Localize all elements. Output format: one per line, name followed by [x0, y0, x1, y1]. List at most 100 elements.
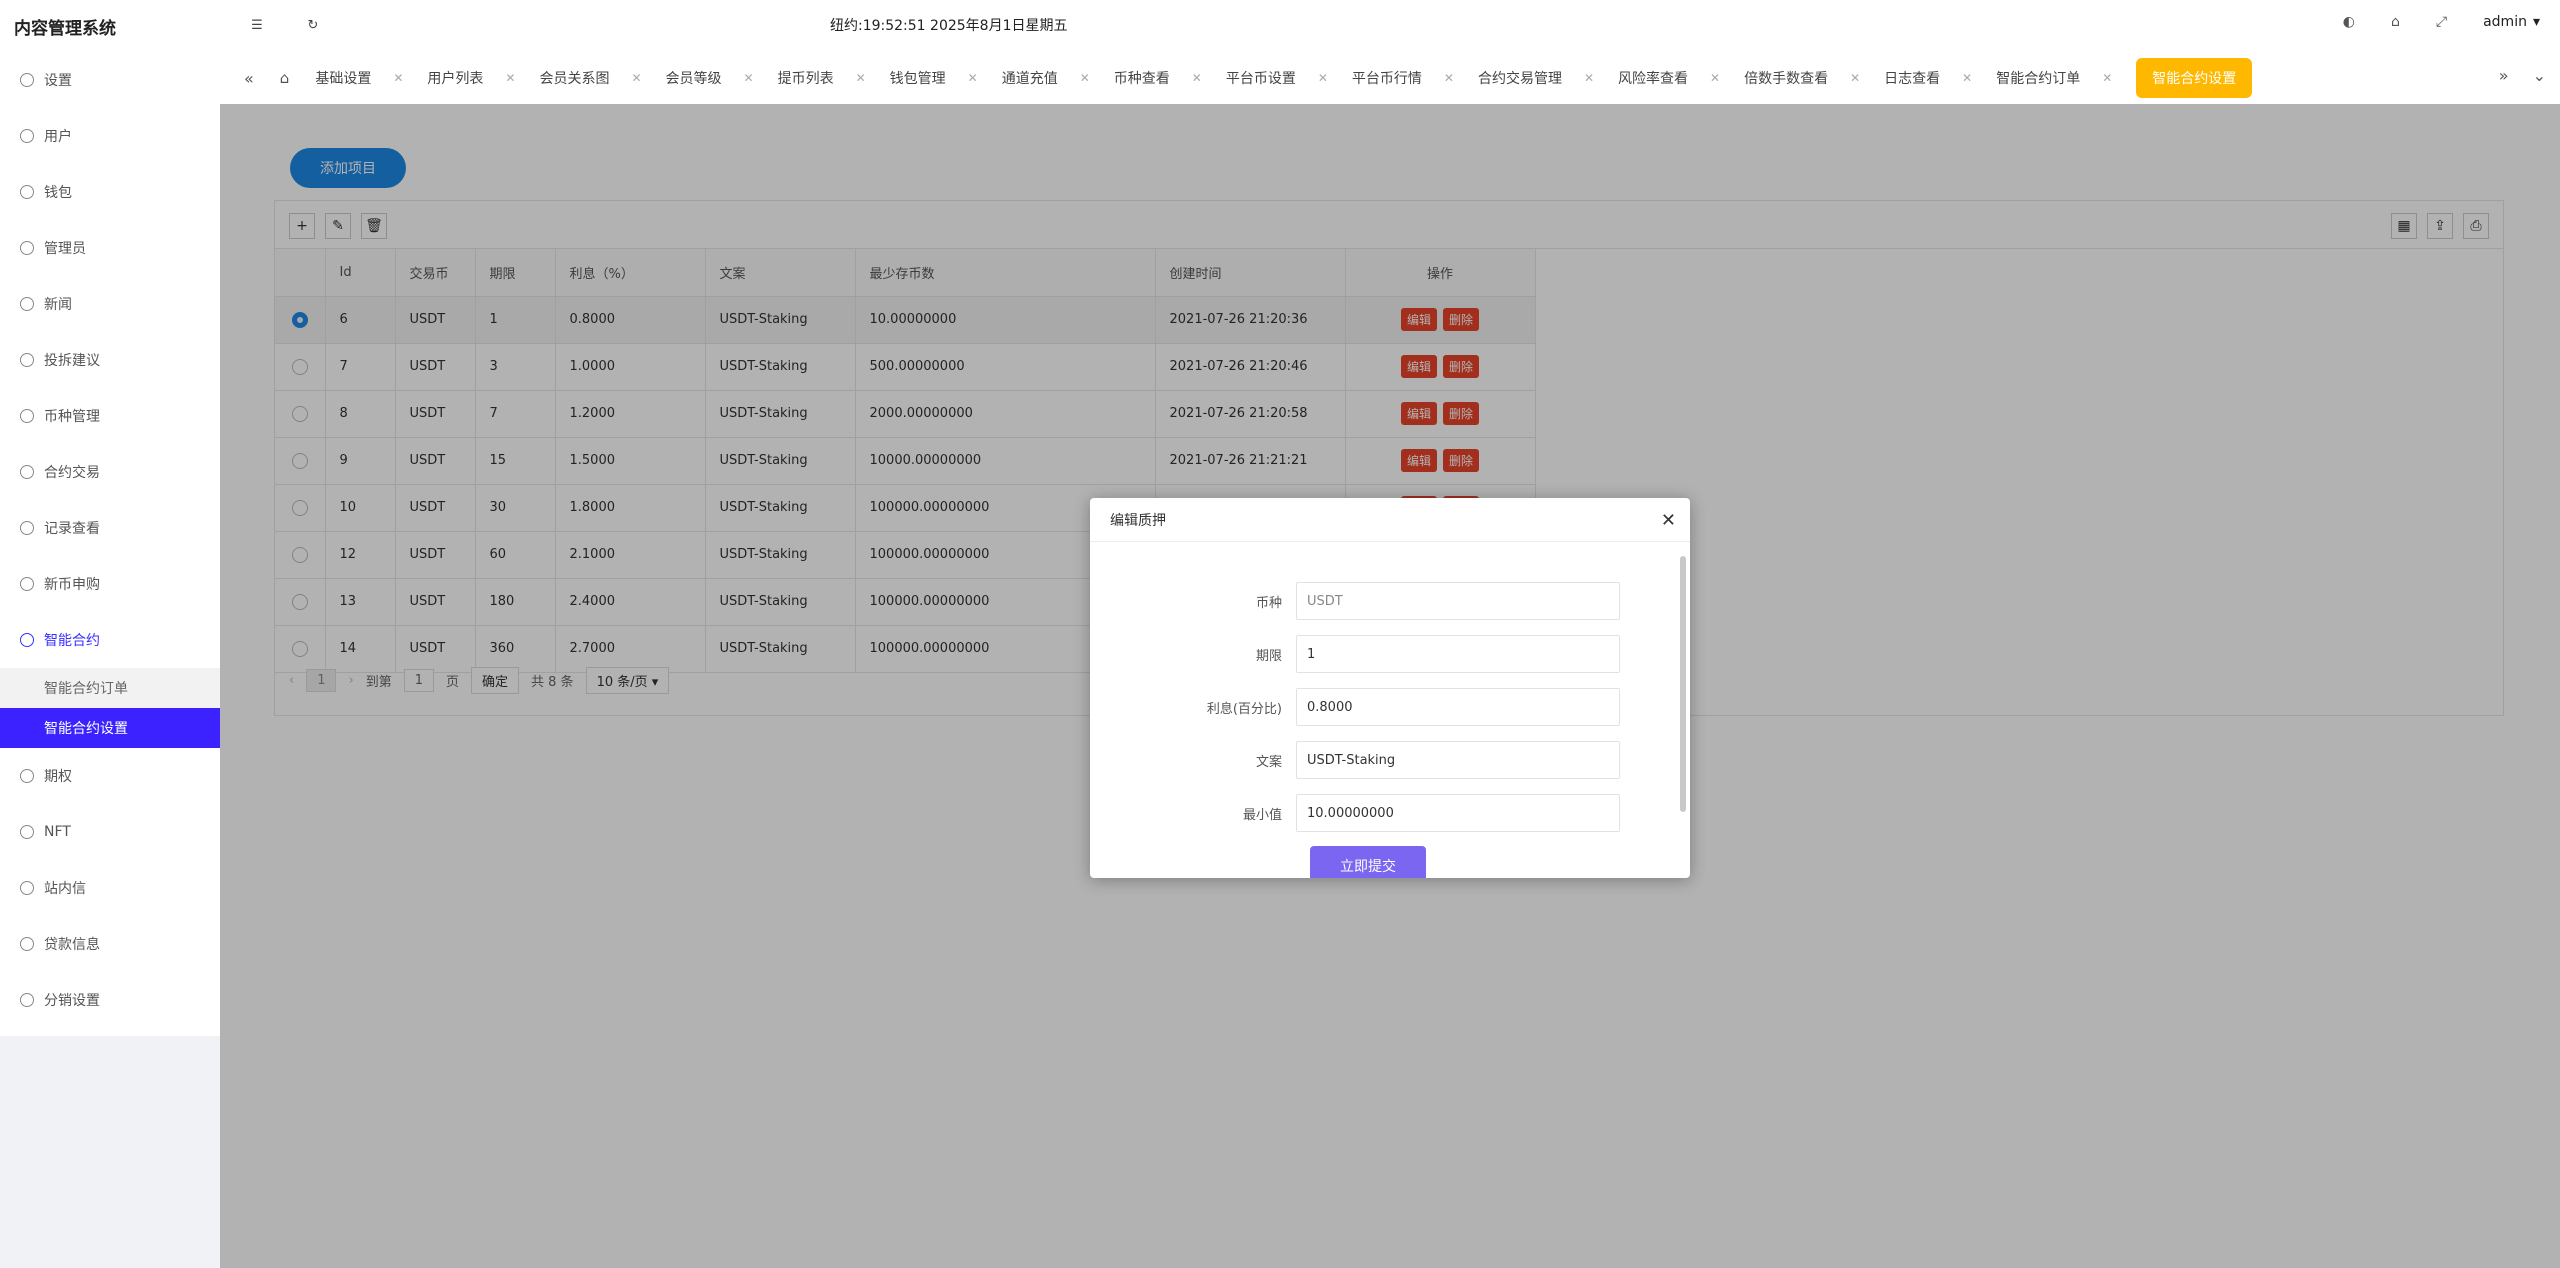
close-icon[interactable]: ✕ — [1710, 71, 1720, 85]
scroll-thumb[interactable] — [1680, 556, 1686, 812]
sidebar-item-loans[interactable]: 贷款信息 — [0, 916, 220, 972]
sidebar-item-label: 期权 — [44, 769, 72, 785]
sidebar-item-label: 投拆建议 — [44, 353, 100, 369]
sidebar-item-label: NFT — [44, 824, 71, 840]
modal-title: 编辑质押 — [1110, 512, 1166, 529]
sidebar-item-currency[interactable]: 币种管理 — [0, 388, 220, 444]
sidebar-item-label: 管理员 — [44, 241, 86, 257]
copy-label: 文案 — [1255, 754, 1282, 770]
currency-field[interactable]: USDT — [1296, 582, 1620, 620]
user-icon — [20, 129, 34, 143]
sidebar-item-messages[interactable]: 站内信 — [0, 860, 220, 916]
app-title: 内容管理系统 — [14, 18, 116, 39]
sidebar-sub-smart-contract-orders[interactable]: 智能合约订单 — [0, 668, 220, 708]
form-row-min-value: 最小值 10.00000000 — [1090, 794, 1650, 832]
modal-header: 编辑质押 ✕ — [1090, 498, 1690, 542]
tab-member-level[interactable]: 会员等级 ✕ — [666, 68, 754, 88]
sidebar-item-label: 合约交易 — [44, 465, 100, 481]
record-icon — [20, 521, 34, 535]
tab-risk-rate[interactable]: 风险率查看 ✕ — [1618, 68, 1720, 88]
form-row-copy: 文案 USDT-Staking — [1090, 741, 1650, 779]
close-icon[interactable]: ✕ — [1080, 71, 1090, 85]
sidebar-item-label: 钱包 — [44, 185, 72, 201]
close-icon[interactable]: ✕ — [393, 71, 403, 85]
copy-field[interactable]: USDT-Staking — [1296, 741, 1620, 779]
close-icon[interactable]: ✕ — [1661, 510, 1676, 531]
tab-platform-coin-market[interactable]: 平台币行情 ✕ — [1352, 68, 1454, 88]
min-value-label: 最小值 — [1242, 807, 1282, 823]
tab-member-graph[interactable]: 会员关系图 ✕ — [539, 68, 641, 88]
sidebar-item-label: 智能合约 — [44, 633, 100, 649]
close-icon[interactable]: ✕ — [1318, 71, 1328, 85]
close-icon[interactable]: ✕ — [1444, 71, 1454, 85]
sidebar-item-wallet[interactable]: 钱包 — [0, 164, 220, 220]
close-icon[interactable]: ✕ — [1850, 71, 1860, 85]
gear-icon — [20, 73, 34, 87]
sidebar-item-label: 新闻 — [44, 297, 72, 313]
menu-toggle-icon[interactable]: ☰ — [248, 16, 266, 34]
gear-icon — [20, 993, 34, 1007]
tab-user-list[interactable]: 用户列表 ✕ — [427, 68, 515, 88]
tab-contract-trade-management[interactable]: 合约交易管理 ✕ — [1478, 68, 1594, 88]
min-value-field[interactable]: 10.00000000 — [1296, 794, 1620, 832]
sidebar-item-user[interactable]: 用户 — [0, 108, 220, 164]
tab-wallet-management[interactable]: 钱包管理 ✕ — [890, 68, 978, 88]
sidebar-item-distribution[interactable]: 分销设置 — [0, 972, 220, 1028]
top-header: 内容管理系统 ☰ ↻ 纽约:19:52:51 2025年8月1日星期五 ◐ ⌂ … — [0, 0, 2560, 52]
close-icon[interactable]: ✕ — [968, 71, 978, 85]
username: admin — [2483, 14, 2527, 30]
sidebar-sub-smart-contract-settings[interactable]: 智能合约设置 — [0, 708, 220, 748]
tab-bar: « ⌂ 基础设置 ✕ 用户列表 ✕ 会员关系图 ✕ 会员等级 ✕ 提币列表 ✕ 钱包管理 ✕… — [220, 52, 2560, 104]
tab-log-view[interactable]: 日志查看 ✕ — [1884, 68, 1972, 88]
close-icon[interactable]: ✕ — [631, 71, 641, 85]
tab-basic-settings[interactable]: 基础设置 ✕ — [315, 68, 403, 88]
fullscreen-icon[interactable]: ⤢ — [2436, 14, 2447, 30]
sidebar-item-settings[interactable]: 设置 — [0, 52, 220, 108]
modal-scrollbar[interactable] — [1680, 544, 1686, 874]
tag-icon[interactable]: ⌂ — [2391, 14, 2400, 30]
tab-platform-coin-settings[interactable]: 平台币设置 ✕ — [1226, 68, 1328, 88]
submit-button[interactable]: 立即提交 — [1310, 846, 1426, 878]
tab-channel-recharge[interactable]: 通道充值 ✕ — [1002, 68, 1090, 88]
sidebar-item-feedback[interactable]: 投拆建议 — [0, 332, 220, 388]
home-icon[interactable]: ⌂ — [280, 69, 290, 87]
chevron-down-icon[interactable]: ⌄ — [2533, 66, 2546, 85]
sidebar-item-label: 币种管理 — [44, 409, 100, 425]
sidebar-item-new-coin[interactable]: 新币申购 — [0, 556, 220, 612]
sidebar-item-records[interactable]: 记录查看 — [0, 500, 220, 556]
tab-smart-contract-settings[interactable]: 智能合约设置 — [2136, 58, 2253, 98]
tab-multiple-lots[interactable]: 倍数手数查看 ✕ — [1744, 68, 1860, 88]
user-menu[interactable]: admin ▾ — [2483, 14, 2540, 30]
close-icon[interactable]: ✕ — [2102, 71, 2112, 85]
refresh-icon[interactable]: ↻ — [304, 16, 322, 34]
sidebar-item-label: 贷款信息 — [44, 937, 100, 953]
tab-smart-contract-orders[interactable]: 智能合约订单 ✕ — [1996, 68, 2112, 88]
sidebar-item-smart-contract[interactable]: 智能合约 — [0, 612, 220, 668]
term-field[interactable]: 1 — [1296, 635, 1620, 673]
tab-withdraw-list[interactable]: 提币列表 ✕ — [778, 68, 866, 88]
close-icon[interactable]: ✕ — [505, 71, 515, 85]
sidebar-item-options[interactable]: 期权 — [0, 748, 220, 804]
close-icon[interactable]: ✕ — [856, 71, 866, 85]
tabs-scroll-right-icon[interactable]: » — [2499, 66, 2509, 85]
sidebar-item-admin[interactable]: 管理员 — [0, 220, 220, 276]
sidebar-item-nft[interactable]: NFT — [0, 804, 220, 860]
contract-icon — [20, 633, 34, 647]
form-row-interest: 利息(百分比) 0.8000 — [1090, 688, 1650, 726]
sidebar-item-contract[interactable]: 合约交易 — [0, 444, 220, 500]
tab-currency-view[interactable]: 币种查看 ✕ — [1114, 68, 1202, 88]
sidebar-item-news[interactable]: 新闻 — [0, 276, 220, 332]
close-icon[interactable]: ✕ — [1584, 71, 1594, 85]
sidebar: 设置 用户 钱包 管理员 新闻 投拆建议 币种管理 合约交易 记录查看 新币申购… — [0, 52, 220, 1036]
interest-field[interactable]: 0.8000 — [1296, 688, 1620, 726]
theme-icon[interactable]: ◐ — [2343, 14, 2355, 30]
close-icon[interactable]: ✕ — [1192, 71, 1202, 85]
tabs-scroll-left-icon[interactable]: « — [244, 69, 254, 88]
wallet-icon — [20, 185, 34, 199]
sidebar-item-label: 站内信 — [44, 881, 86, 897]
interest-label: 利息(百分比) — [1206, 701, 1282, 717]
bell-icon — [20, 881, 34, 895]
close-icon[interactable]: ✕ — [744, 71, 754, 85]
option-icon — [20, 769, 34, 783]
close-icon[interactable]: ✕ — [1962, 71, 1972, 85]
